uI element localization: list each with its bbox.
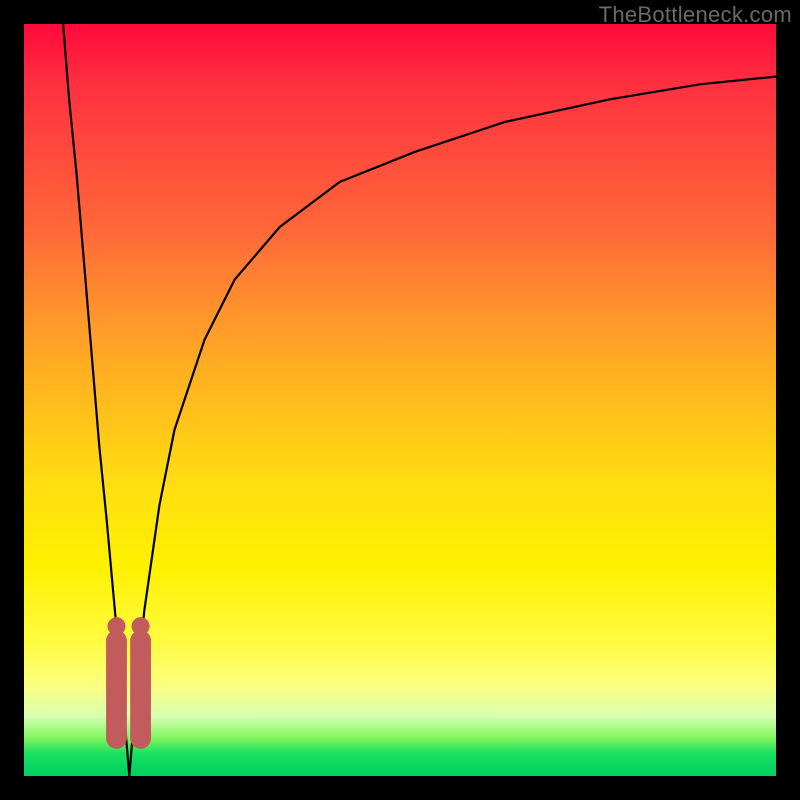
curve-right-branch xyxy=(129,77,776,776)
plot-area xyxy=(24,24,776,776)
bottleneck-curve xyxy=(24,24,776,776)
marker-dot-left-pill xyxy=(107,617,125,635)
watermark-label: TheBottleneck.com xyxy=(599,2,792,28)
chart-frame: TheBottleneck.com xyxy=(0,0,800,800)
marker-dot-right-pill xyxy=(132,617,150,635)
